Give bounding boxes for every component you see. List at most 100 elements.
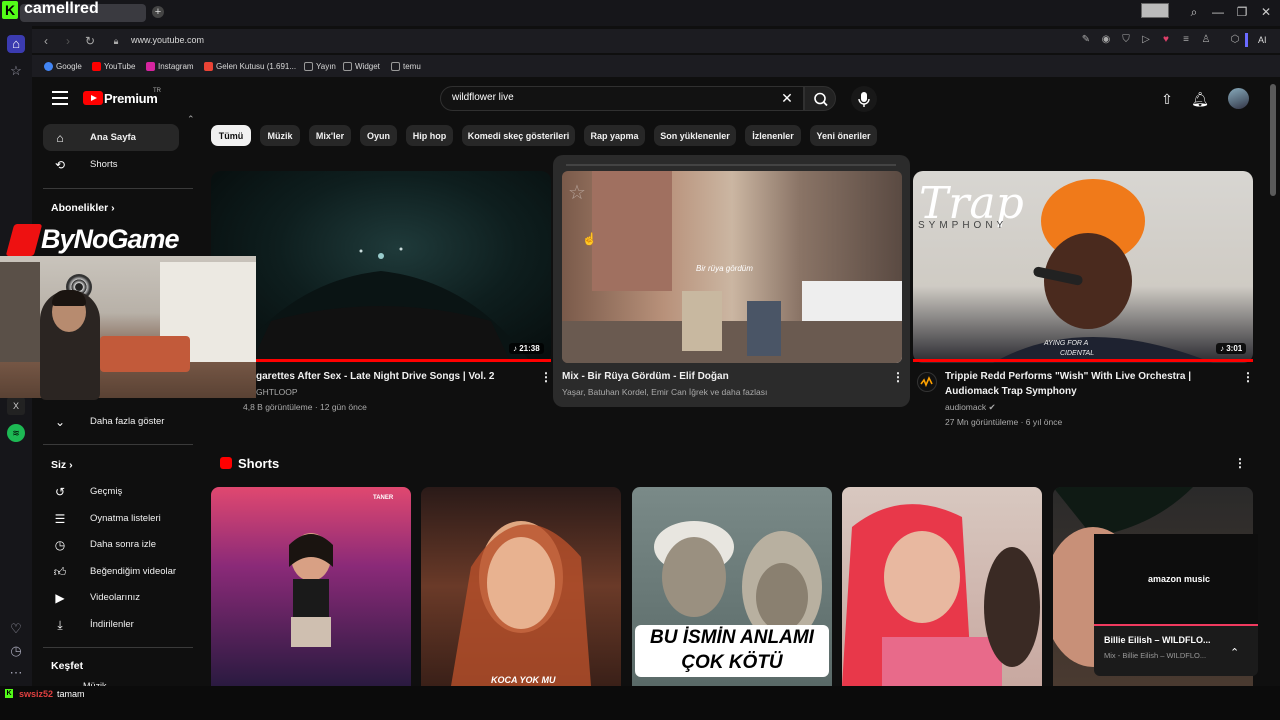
- you-heading[interactable]: Siz ›: [51, 459, 73, 471]
- youtube-brand[interactable]: Premium: [104, 91, 158, 106]
- short-3[interactable]: BU İSMİN ANLAMI ÇOK KÖTÜ: [632, 487, 832, 686]
- chip-all[interactable]: Tümü: [211, 125, 251, 146]
- menu-icon[interactable]: ≡: [1179, 33, 1193, 47]
- youtube-logo-icon[interactable]: [83, 91, 103, 105]
- sidebar-item-history[interactable]: ↺ Geçmiş: [43, 478, 179, 505]
- sidebar-item-your-videos[interactable]: ▶ Videolarınız: [43, 584, 179, 611]
- video-channel[interactable]: audiomack ✔: [945, 402, 996, 413]
- new-tab-icon[interactable]: +: [152, 6, 164, 18]
- short-1[interactable]: TANER: [211, 487, 411, 686]
- scrollbar[interactable]: [1270, 84, 1276, 196]
- home-icon[interactable]: ⌂: [7, 35, 25, 53]
- forward-icon[interactable]: ›: [60, 33, 76, 49]
- more-options-icon[interactable]: ⋮: [1242, 370, 1254, 384]
- search-icon[interactable]: ⌕: [1184, 4, 1204, 20]
- clear-icon[interactable]: ✕: [780, 90, 794, 106]
- close-icon[interactable]: ✕: [1256, 4, 1276, 20]
- url-field[interactable]: www.youtube.com: [131, 35, 204, 45]
- camera-icon[interactable]: ◉: [1099, 33, 1113, 47]
- chip-new[interactable]: Yeni öneriler: [810, 125, 877, 146]
- heart-icon[interactable]: ♥: [1159, 33, 1173, 47]
- upload-icon[interactable]: ⇧: [1158, 90, 1176, 108]
- browser-titlebar: [0, 0, 1280, 26]
- search-button[interactable]: [804, 86, 836, 111]
- bookmark-widget[interactable]: Widget: [343, 60, 380, 72]
- chip-rap[interactable]: Rap yapma: [584, 125, 645, 146]
- lock-icon: 🔒︎: [113, 36, 119, 46]
- clock-icon[interactable]: ◷: [7, 642, 25, 660]
- sidebar-show-more[interactable]: ⌄ Daha fazla göster: [43, 408, 179, 435]
- sidebar-item-home[interactable]: ⌂ Ana Sayfa: [43, 124, 179, 151]
- star-icon[interactable]: ☆: [7, 62, 25, 80]
- subscriptions-heading[interactable]: Abonelikler ›: [51, 202, 115, 214]
- edit-icon[interactable]: ✎: [1079, 33, 1093, 47]
- sponsor-logo: ByNoGame: [41, 224, 180, 254]
- video-title[interactable]: Trippie Redd Performs "Wish" With Live O…: [945, 370, 1191, 384]
- chip-gaming[interactable]: Oyun: [360, 125, 397, 146]
- more-options-icon[interactable]: ⋮: [540, 370, 552, 384]
- channel-avatar[interactable]: [917, 372, 937, 392]
- search-input[interactable]: wildflower live: [452, 92, 514, 103]
- video-channel[interactable]: Yaşar, Batuhan Kordel, Emir Can İğrek ve…: [562, 387, 767, 397]
- ai-button[interactable]: AI: [1258, 35, 1267, 45]
- spotify-icon[interactable]: ≋: [7, 424, 25, 442]
- bookmark-yayin[interactable]: Yayın: [304, 60, 336, 72]
- user-icon[interactable]: ♙: [1199, 33, 1213, 47]
- video-title[interactable]: Audiomack Trap Symphony: [945, 385, 1077, 399]
- avatar[interactable]: [1228, 88, 1249, 109]
- sidebar-item-playlists[interactable]: ☰ Oynatma listeleri: [43, 505, 179, 532]
- more-options-icon[interactable]: ⋮: [1234, 456, 1246, 470]
- menu-icon[interactable]: [52, 91, 68, 105]
- heart-icon[interactable]: ♡: [7, 620, 25, 638]
- voice-search-button[interactable]: [851, 86, 877, 112]
- chip-mixes[interactable]: Mix'ler: [309, 125, 351, 146]
- gmail-icon: [204, 61, 213, 71]
- short-caption: KOCA YOK MU: [491, 675, 556, 685]
- sidebar-item-watch-later[interactable]: ◷ Daha sonra izle: [43, 531, 179, 558]
- chip-watched[interactable]: İzlenenler: [745, 125, 801, 146]
- minimize-icon[interactable]: —: [1208, 4, 1228, 20]
- bookmark-google[interactable]: Google: [44, 60, 82, 72]
- collapse-icon[interactable]: ⌃: [187, 114, 195, 125]
- video-channel[interactable]: GHTLOOP: [256, 387, 298, 397]
- bell-icon[interactable]: 🔔︎: [1191, 90, 1209, 108]
- bookmark-instagram[interactable]: Instagram: [146, 60, 194, 72]
- sidebar-item-shorts[interactable]: ⟲ Shorts: [43, 151, 179, 178]
- popup-title: Billie Eilish – WILDFLO...: [1104, 635, 1211, 645]
- thumbnail-art: [451, 521, 591, 686]
- short-2[interactable]: KOCA YOK MU: [421, 487, 621, 686]
- sidebar-item-liked[interactable]: 👍︎ Beğendiğim videolar: [43, 558, 179, 585]
- play-icon[interactable]: ▷: [1139, 33, 1153, 47]
- more-icon[interactable]: ⋯: [7, 664, 25, 682]
- bookmark-temu[interactable]: temu: [391, 60, 421, 72]
- video-title[interactable]: garettes After Sex - Late Night Drive So…: [256, 370, 494, 384]
- instagram-icon: [146, 61, 155, 71]
- shield-icon[interactable]: ⛉: [1119, 33, 1133, 47]
- shorts-icon: ⟲: [54, 157, 66, 172]
- chat-message: tamam: [57, 689, 85, 699]
- explore-heading: Keşfet: [51, 660, 84, 672]
- chip-music[interactable]: Müzik: [260, 125, 300, 146]
- chip-hiphop[interactable]: Hip hop: [406, 125, 453, 146]
- more-options-icon[interactable]: ⋮: [892, 370, 904, 384]
- webcam-shelf: [0, 262, 40, 362]
- extension-icon[interactable]: ⬡: [1228, 33, 1242, 47]
- maximize-icon[interactable]: ❐: [1232, 4, 1252, 20]
- video-title[interactable]: Mix - Bir Rüya Gördüm - Elif Doğan: [562, 370, 729, 384]
- reload-icon[interactable]: ↻: [82, 33, 98, 49]
- chip-comedy[interactable]: Komedi skeç gösterileri: [462, 125, 575, 146]
- sidebar-item-downloads[interactable]: ⤓ İndirilenler: [43, 611, 179, 638]
- bookmark-gmail[interactable]: Gelen Kutusu (1.691...: [204, 60, 296, 72]
- chip-recent[interactable]: Son yüklenenler: [654, 125, 736, 146]
- back-icon[interactable]: ‹: [38, 33, 54, 49]
- video-thumbnail-1[interactable]: [211, 171, 551, 363]
- bookmark-youtube[interactable]: YouTube: [92, 60, 135, 72]
- streamer-hair: [52, 290, 86, 306]
- audiomack-icon: [920, 376, 933, 388]
- short-4[interactable]: [842, 487, 1042, 686]
- chevron-up-icon[interactable]: ⌃: [1230, 646, 1239, 659]
- x-icon[interactable]: X: [7, 397, 25, 415]
- cursor-hand-icon: ☝: [582, 232, 597, 246]
- search-icon: [814, 92, 828, 107]
- playlist-icon: ☰: [54, 511, 66, 526]
